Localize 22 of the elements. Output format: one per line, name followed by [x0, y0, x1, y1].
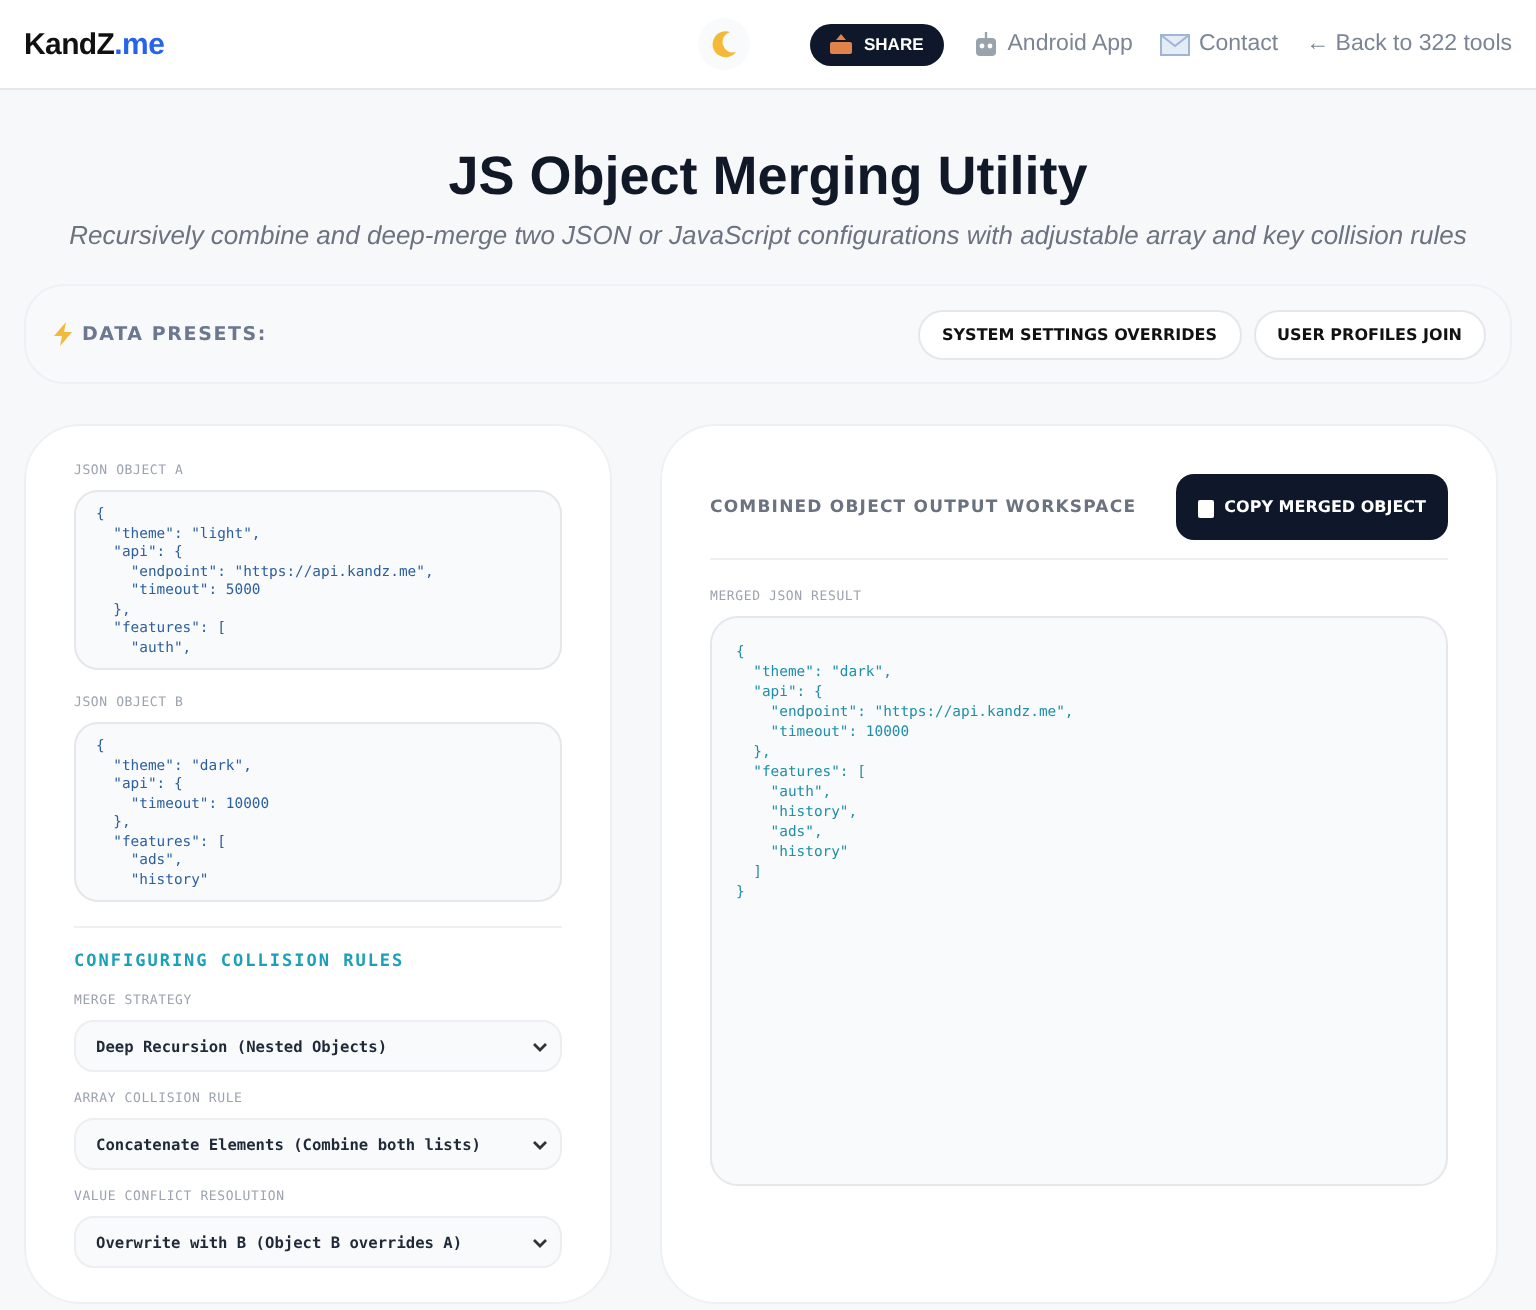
preset-button[interactable]: USER PROFILES JOIN: [1253, 309, 1486, 359]
section-title: CONFIGURING COLLISION RULES: [74, 952, 407, 972]
preset-button[interactable]: SYSTEM SETTINGS OVERRIDES: [918, 309, 1241, 359]
chevron-down-icon: [532, 1139, 548, 1149]
chevron-down-icon: [532, 1041, 548, 1051]
tray-icon: [830, 34, 852, 54]
lightning-icon: [54, 322, 72, 346]
chevron-down-icon: [532, 1237, 548, 1247]
envelope-icon: [1160, 33, 1191, 55]
page-subtitle: Recursively combine and deep-merge two JSON or JavaScript configurations with adjustable array and key collision rules: [67, 220, 1469, 250]
robot-icon: [971, 31, 1000, 57]
nav-link[interactable]: ← Back to 322 tools: [1306, 32, 1512, 56]
section-title: COMBINED OBJECT OUTPUT WORKSPACE: [710, 497, 1137, 517]
share-button[interactable]: SHARE: [810, 23, 944, 65]
site-logo[interactable]: KandZ.me: [24, 27, 165, 61]
moon-icon: [710, 30, 738, 58]
theme-toggle-button[interactable]: [698, 18, 750, 70]
nav-link[interactable]: Contact: [1160, 32, 1279, 56]
page-title: JS Object Merging Utility: [446, 146, 1090, 208]
copy-button[interactable]: COPY MERGED OBJECT: [1176, 474, 1448, 540]
presets-label: DATA PRESETS:: [82, 323, 268, 345]
nav-link[interactable]: Android App: [971, 31, 1133, 57]
